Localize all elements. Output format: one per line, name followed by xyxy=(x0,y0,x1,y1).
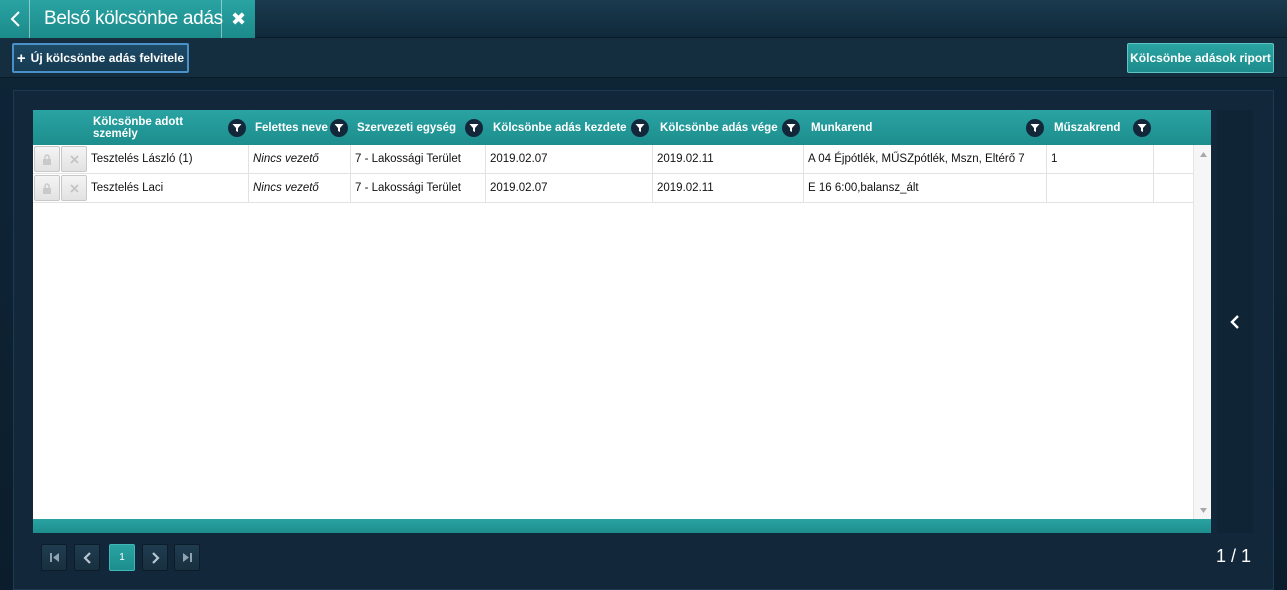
grid-header: Kölcsönbe adott személy Felettes neve Sz… xyxy=(33,110,1211,145)
vertical-scrollbar[interactable] xyxy=(1193,145,1211,519)
new-loan-label: Új kölcsönbe adás felvitele xyxy=(30,51,185,65)
filter-icon[interactable] xyxy=(228,119,246,137)
cell-end: 2019.02.11 xyxy=(653,174,804,202)
delete-button[interactable] xyxy=(61,146,87,172)
tab-title: Belső kölcsönbe adás xyxy=(44,8,223,29)
page-info: 1 / 1 xyxy=(1215,546,1251,566)
scroll-down-icon[interactable] xyxy=(1194,504,1212,516)
lock-icon xyxy=(43,182,51,194)
cell-schedule: A 04 Éjpótlék, MŰSZpótlék, Mszn, Eltérő … xyxy=(804,145,1047,173)
side-panel-toggle[interactable] xyxy=(1217,110,1253,533)
filter-icon[interactable] xyxy=(782,119,800,137)
cell-schedule: E 16 6:00,balansz_ált xyxy=(804,174,1047,202)
scroll-up-icon[interactable] xyxy=(1194,148,1212,160)
loan-grid: Kölcsönbe adott személy Felettes neve Sz… xyxy=(33,110,1211,533)
delete-button[interactable] xyxy=(61,175,87,201)
lock-icon xyxy=(43,153,51,165)
cell-unit: 7 - Lakossági Terület xyxy=(351,174,486,202)
back-button[interactable] xyxy=(0,0,30,38)
filter-icon[interactable] xyxy=(465,119,483,137)
loan-report-button[interactable]: Kölcsönbe adások riport xyxy=(1127,43,1274,73)
tab-bar: Belső kölcsönbe adás ✖ xyxy=(0,0,1287,38)
column-header-schedule[interactable]: Munkarend xyxy=(811,110,1011,145)
first-page-button[interactable] xyxy=(41,544,67,571)
filter-icon[interactable] xyxy=(1026,119,1044,137)
cell-unit: 7 - Lakossági Terület xyxy=(351,145,486,173)
grid-body: Tesztelés László (1) Nincs vezető 7 - La… xyxy=(33,145,1193,519)
column-header-unit[interactable]: Szervezeti egység xyxy=(357,110,465,145)
next-page-button[interactable] xyxy=(142,544,168,571)
filter-icon[interactable] xyxy=(1133,119,1151,137)
filter-icon[interactable] xyxy=(631,119,649,137)
lock-button[interactable] xyxy=(34,146,60,172)
cell-supervisor: Nincs vezető xyxy=(249,174,351,202)
new-loan-button[interactable]: + Új kölcsönbe adás felvitele xyxy=(12,43,189,73)
close-icon xyxy=(69,183,79,193)
chevron-left-icon xyxy=(10,11,20,27)
column-header-supervisor[interactable]: Felettes neve xyxy=(255,110,330,145)
column-header-start[interactable]: Kölcsönbe adás kezdete xyxy=(493,110,631,145)
cell-start: 2019.02.07 xyxy=(486,174,653,202)
chevron-left-icon xyxy=(82,551,91,564)
filter-icon[interactable] xyxy=(330,119,348,137)
cell-end: 2019.02.11 xyxy=(653,145,804,173)
lock-button[interactable] xyxy=(34,175,60,201)
close-icon xyxy=(69,154,79,164)
tab-close-button[interactable]: ✖ xyxy=(221,0,255,38)
column-header-end[interactable]: Kölcsönbe adás vége xyxy=(660,110,782,145)
last-page-icon xyxy=(182,553,192,562)
column-header-shift[interactable]: Műszakrend xyxy=(1054,110,1134,145)
first-page-icon xyxy=(49,553,59,562)
cell-start: 2019.02.07 xyxy=(486,145,653,173)
chevron-right-icon xyxy=(151,551,160,564)
loan-report-label: Kölcsönbe adások riport xyxy=(1130,51,1271,65)
cell-supervisor: Nincs vezető xyxy=(249,145,351,173)
cell-person: Tesztelés László (1) xyxy=(87,145,249,173)
close-icon: ✖ xyxy=(230,8,247,29)
table-row[interactable]: Tesztelés Laci Nincs vezető 7 - Lakosság… xyxy=(33,174,1193,203)
table-row[interactable]: Tesztelés László (1) Nincs vezető 7 - La… xyxy=(33,145,1193,174)
cell-shift: 1 xyxy=(1047,145,1154,173)
plus-icon: + xyxy=(16,49,26,67)
grid-footer xyxy=(33,519,1211,533)
toolbar: + Új kölcsönbe adás felvitele Kölcsönbe … xyxy=(0,38,1287,78)
chevron-left-icon xyxy=(1230,314,1239,329)
cell-shift xyxy=(1047,174,1154,202)
cell-person: Tesztelés Laci xyxy=(87,174,249,202)
last-page-button[interactable] xyxy=(174,544,200,571)
tab-belso-kolcsonbe-adas[interactable]: Belső kölcsönbe adás ✖ xyxy=(0,0,255,38)
column-header-person[interactable]: Kölcsönbe adott személy xyxy=(93,110,228,145)
page-button-1[interactable]: 1 xyxy=(109,544,135,571)
previous-page-button[interactable] xyxy=(74,544,100,571)
